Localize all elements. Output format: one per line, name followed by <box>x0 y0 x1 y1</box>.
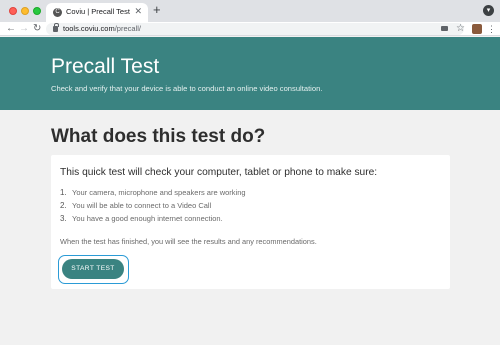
close-window-button[interactable] <box>9 7 17 15</box>
window-menu-icon[interactable]: ▾ <box>483 5 494 16</box>
page-title: Precall Test <box>51 55 160 78</box>
page-subtitle: Check and verify that your device is abl… <box>51 84 323 93</box>
browser-tab[interactable]: C Coviu | Precall Test ✕ <box>46 3 148 22</box>
list-text: You will be able to connect to a Video C… <box>72 201 212 210</box>
address-bar[interactable]: tools.coviu.com/precall/ <box>46 23 464 35</box>
list-number: 2. <box>60 201 67 210</box>
avatar[interactable] <box>472 24 482 34</box>
kebab-menu-icon[interactable]: ⋮ <box>487 22 496 36</box>
list-item: 1. Your camera, microphone and speakers a… <box>60 188 246 201</box>
list-number: 1. <box>60 188 67 197</box>
list-item: 2. You will be able to connect to a Video… <box>60 201 246 214</box>
browser-tab-strip: C Coviu | Precall Test ✕ + ▾ <box>0 0 500 22</box>
new-tab-button[interactable]: + <box>153 3 161 17</box>
reload-icon[interactable]: ↻ <box>33 22 41 36</box>
list-item: 3. You have a good enough internet connec… <box>60 214 246 227</box>
hero-banner: Precall Test Check and verify that your … <box>0 37 500 110</box>
test-info-card: This quick test will check your computer… <box>51 155 450 289</box>
star-icon[interactable]: ☆ <box>456 22 465 36</box>
camera-icon[interactable] <box>441 26 448 31</box>
coviu-favicon-icon: C <box>53 8 62 17</box>
list-number: 3. <box>60 214 67 223</box>
tab-title: Coviu | Precall Test <box>66 7 130 16</box>
minimize-window-button[interactable] <box>21 7 29 15</box>
list-text: You have a good enough internet connecti… <box>72 214 223 223</box>
browser-toolbar: ← → ↻ tools.coviu.com/precall/ <box>0 22 500 36</box>
start-test-button[interactable]: START TEST <box>62 259 124 279</box>
section-title: What does this test do? <box>51 126 266 147</box>
url-host: tools.coviu.com <box>63 24 115 33</box>
lock-icon[interactable] <box>53 23 59 32</box>
url-path: /precall/ <box>114 24 141 33</box>
results-note: When the test has finished, you will see… <box>60 237 317 246</box>
card-intro: This quick test will check your computer… <box>60 167 378 178</box>
forward-arrow-icon[interactable]: → <box>19 22 29 36</box>
tab-close-icon[interactable]: ✕ <box>134 6 142 17</box>
back-arrow-icon[interactable]: ← <box>6 22 16 36</box>
url-text[interactable]: tools.coviu.com/precall/ <box>63 24 141 33</box>
zoom-window-button[interactable] <box>33 7 41 15</box>
list-text: Your camera, microphone and speakers are… <box>72 188 246 197</box>
start-test-focus-ring: START TEST <box>58 255 129 284</box>
check-list: 1. Your camera, microphone and speakers a… <box>60 188 246 227</box>
